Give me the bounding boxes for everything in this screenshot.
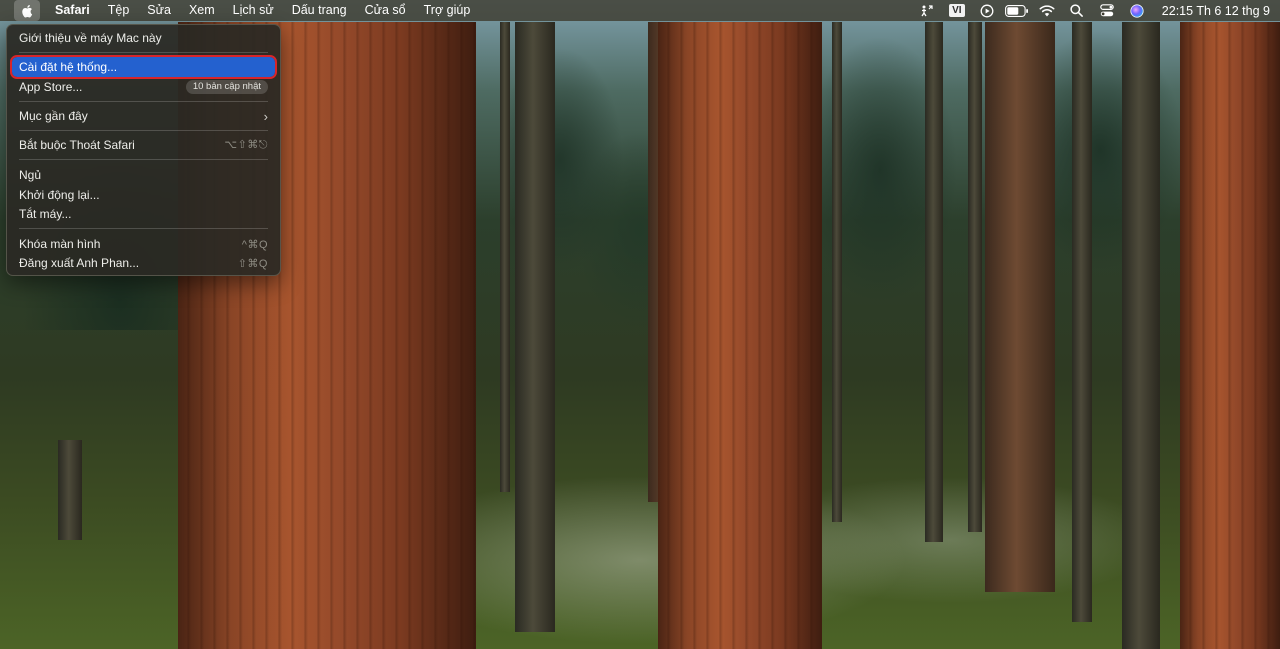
menu-item-label: Đăng xuất Anh Phan... (19, 256, 140, 270)
menu-item-lock-screen[interactable]: Khóa màn hình ^⌘Q (12, 234, 275, 254)
menu-item-shut-down[interactable]: Tắt máy... (12, 204, 275, 224)
menu-edit[interactable]: Sửa (138, 0, 180, 21)
menu-view[interactable]: Xem (180, 0, 224, 21)
menu-help[interactable]: Trợ giúp (415, 0, 480, 21)
menu-item-label: Giới thiệu về máy Mac này (19, 31, 162, 45)
menu-item-recent-items[interactable]: Mục gần đây › (12, 106, 275, 126)
menu-separator (19, 130, 268, 131)
wallpaper-redwood-trunk (658, 22, 822, 649)
menu-item-label: App Store... (19, 80, 83, 94)
wallpaper-tree (832, 22, 842, 522)
accessibility-icon[interactable] (912, 0, 942, 21)
menu-item-label: Cài đặt hệ thống... (19, 60, 118, 74)
wallpaper-tree (58, 440, 82, 540)
wallpaper-tree (925, 22, 943, 542)
update-count-badge: 10 bản cập nhật (185, 80, 268, 94)
menu-item-sleep[interactable]: Ngủ (12, 165, 275, 185)
menu-file[interactable]: Tệp (99, 0, 139, 21)
menu-item-system-settings[interactable]: Cài đặt hệ thống... (10, 55, 277, 79)
menu-window[interactable]: Cửa sổ (356, 0, 415, 21)
input-source-label: VI (949, 4, 965, 17)
menu-item-app-store[interactable]: App Store... 10 bản cập nhật (12, 77, 275, 97)
menu-bookmarks[interactable]: Dấu trang (283, 0, 356, 21)
wallpaper-tree (1122, 22, 1160, 649)
menu-item-label: Bắt buộc Thoát Safari (19, 138, 135, 152)
wifi-icon[interactable] (1032, 0, 1062, 21)
menu-item-label: Khóa màn hình (19, 237, 101, 251)
wallpaper-tree (985, 22, 1055, 592)
menu-item-label: Mục gần đây (19, 109, 88, 123)
apple-logo-icon (22, 4, 33, 17)
control-center-icon[interactable] (1092, 0, 1122, 21)
app-menu-safari[interactable]: Safari (46, 0, 99, 21)
wallpaper-redwood-trunk (1180, 22, 1280, 649)
menu-item-label: Ngủ (19, 168, 42, 182)
menu-item-force-quit[interactable]: Bắt buộc Thoát Safari ⌥⇧⌘⎋ (12, 135, 275, 155)
now-playing-icon[interactable] (972, 0, 1002, 21)
menu-bar: Safari Tệp Sửa Xem Lịch sử Dấu trang Cửa… (0, 0, 1280, 21)
menu-history[interactable]: Lịch sử (224, 0, 283, 21)
menu-separator (19, 159, 268, 160)
menu-separator (19, 101, 268, 102)
wallpaper-tree (968, 22, 982, 532)
menu-separator (19, 228, 268, 229)
menu-separator (19, 52, 268, 53)
input-source-icon[interactable]: VI (942, 0, 972, 21)
keyboard-shortcut: ⇧⌘Q (237, 257, 268, 270)
apple-menu-dropdown: Giới thiệu về máy Mac này Cài đặt hệ thố… (6, 24, 281, 276)
chevron-right-icon: › (263, 108, 268, 124)
keyboard-shortcut: ^⌘Q (241, 238, 268, 251)
keyboard-shortcut: ⌥⇧⌘⎋ (224, 139, 268, 151)
menu-item-label: Tắt máy... (19, 207, 72, 221)
menu-item-log-out[interactable]: Đăng xuất Anh Phan... ⇧⌘Q (12, 253, 275, 273)
spotlight-search-icon[interactable] (1062, 0, 1092, 21)
menu-item-label: Khởi động lại... (19, 188, 100, 202)
apple-menu-button[interactable] (14, 0, 40, 21)
wallpaper-tree (1072, 22, 1092, 622)
wallpaper-tree (515, 22, 555, 632)
siri-icon[interactable] (1122, 0, 1152, 21)
wallpaper-tree (500, 22, 510, 492)
menubar-clock[interactable]: 22:15 Th 6 12 thg 9 (1152, 4, 1270, 18)
battery-icon[interactable] (1002, 0, 1032, 21)
menu-item-about-this-mac[interactable]: Giới thiệu về máy Mac này (12, 28, 275, 48)
menu-item-restart[interactable]: Khởi động lại... (12, 185, 275, 205)
